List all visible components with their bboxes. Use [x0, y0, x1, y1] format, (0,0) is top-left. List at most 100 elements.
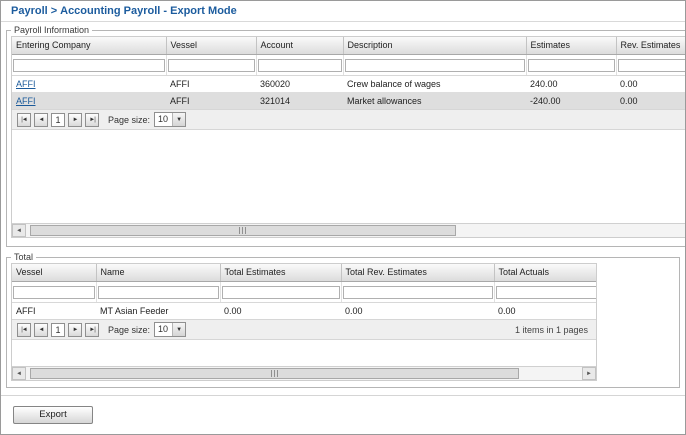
page-number-button[interactable]: 1 [51, 323, 65, 337]
first-page-button[interactable]: |◄ [17, 113, 31, 127]
breadcrumb-current: Accounting Payroll - Export Mode [60, 5, 237, 17]
export-button[interactable]: Export [13, 406, 93, 424]
page-size-dropdown[interactable]: 10 ▼ [154, 112, 186, 127]
next-page-button[interactable]: ► [68, 323, 82, 337]
page-number-button[interactable]: 1 [51, 113, 65, 127]
next-page-button[interactable]: ► [68, 113, 82, 127]
table-cell: 360020 [256, 75, 343, 92]
page-size-value: 10 [155, 323, 172, 336]
table-cell: MT Asian Feeder [96, 302, 220, 319]
table-cell: 0.00 [494, 302, 596, 319]
table-cell: 321014 [256, 92, 343, 109]
table-cell: Crew balance of wages [343, 75, 526, 92]
filter-name-input[interactable] [98, 286, 219, 299]
page-size-value: 10 [155, 113, 172, 126]
table-cell: 0.00 [220, 302, 341, 319]
filter-total-actuals-input[interactable] [496, 286, 597, 299]
table-cell: 0.00 [616, 75, 686, 92]
last-page-button[interactable]: ►| [85, 113, 99, 127]
table-cell: 0.00 [341, 302, 494, 319]
filter-cell [616, 54, 686, 75]
filter-vessel-input[interactable] [13, 286, 95, 299]
filter-rev-estimates-input[interactable] [618, 59, 686, 72]
filter-cell [220, 281, 341, 302]
payroll-filter-row [12, 54, 686, 75]
column-header-total-estimates: Total Estimates [220, 264, 341, 281]
column-header-total-rev-estimates: Total Rev. Estimates [341, 264, 494, 281]
chevron-down-icon: ▼ [172, 113, 185, 126]
filter-account-input[interactable] [258, 59, 342, 72]
table-cell: AFFI [12, 92, 166, 109]
total-header-row: Vessel Name Total Estimates Total Rev. E… [12, 264, 596, 281]
table-cell: AFFI [166, 92, 256, 109]
filter-entering-company-input[interactable] [13, 59, 165, 72]
scrollbar-thumb[interactable] [30, 368, 519, 379]
table-cell: AFFI [12, 75, 166, 92]
payroll-grid: Entering Company Vessel Account Descript… [11, 36, 686, 238]
filter-estimates-input[interactable] [528, 59, 615, 72]
entering-company-link[interactable]: AFFI [16, 79, 36, 89]
column-header-vessel: Vessel [12, 264, 96, 281]
table-cell: AFFI [12, 302, 96, 319]
filter-cell [12, 281, 96, 302]
filter-cell [341, 281, 494, 302]
filter-total-estimates-input[interactable] [222, 286, 340, 299]
table-row[interactable]: AFFI AFFI 321014 Market allowances -240.… [12, 92, 686, 109]
scrollbar-track[interactable] [26, 224, 686, 237]
page-size-label: Page size: [108, 115, 150, 125]
filter-cell [96, 281, 220, 302]
empty-grid-area [12, 340, 596, 366]
scroll-thumb-gripper [271, 370, 278, 377]
table-cell: Market allowances [343, 92, 526, 109]
scrollbar-track[interactable] [26, 367, 582, 380]
total-grid: Vessel Name Total Estimates Total Rev. E… [11, 263, 597, 381]
prev-page-button[interactable]: ◄ [34, 113, 48, 127]
payroll-table: Entering Company Vessel Account Descript… [12, 37, 686, 109]
last-page-button[interactable]: ►| [85, 323, 99, 337]
empty-grid-area [12, 130, 686, 223]
scroll-right-icon[interactable]: ► [582, 367, 596, 380]
payroll-information-section: Payroll Information Entering Company Ves… [6, 25, 686, 247]
scroll-left-icon[interactable]: ◄ [12, 224, 26, 237]
table-cell: 240.00 [526, 75, 616, 92]
column-header-name: Name [96, 264, 220, 281]
table-cell: -240.00 [526, 92, 616, 109]
first-page-button[interactable]: |◄ [17, 323, 31, 337]
filter-total-rev-estimates-input[interactable] [343, 286, 493, 299]
filter-cell [166, 54, 256, 75]
items-count-label: 1 items in 1 pages [515, 325, 591, 335]
filter-description-input[interactable] [345, 59, 525, 72]
app-page: Payroll>Accounting Payroll - Export Mode… [0, 0, 686, 435]
page-size-label: Page size: [108, 325, 150, 335]
scroll-left-icon[interactable]: ◄ [12, 367, 26, 380]
column-header-vessel: Vessel [166, 37, 256, 54]
payroll-information-legend: Payroll Information [11, 25, 92, 35]
payroll-pager: |◄ ◄ 1 ► ►| Page size: 10 ▼ [12, 109, 686, 130]
entering-company-link[interactable]: AFFI [16, 96, 36, 106]
filter-cell [12, 54, 166, 75]
table-row[interactable]: AFFI AFFI 360020 Crew balance of wages 2… [12, 75, 686, 92]
table-row[interactable]: AFFI MT Asian Feeder 0.00 0.00 0.00 [12, 302, 596, 319]
total-table: Vessel Name Total Estimates Total Rev. E… [12, 264, 596, 319]
breadcrumb-separator: > [48, 5, 60, 17]
payroll-header-row: Entering Company Vessel Account Descript… [12, 37, 686, 54]
scroll-thumb-gripper [239, 227, 246, 234]
column-header-entering-company: Entering Company [12, 37, 166, 54]
filter-cell [494, 281, 596, 302]
filter-vessel-input[interactable] [168, 59, 255, 72]
prev-page-button[interactable]: ◄ [34, 323, 48, 337]
total-horizontal-scrollbar[interactable]: ◄ ► [12, 366, 596, 380]
filter-cell [343, 54, 526, 75]
total-section: Total Vessel Name Total Estimates Total … [6, 252, 680, 388]
breadcrumb: Payroll>Accounting Payroll - Export Mode [1, 1, 685, 22]
column-header-total-actuals: Total Actuals [494, 264, 596, 281]
total-filter-row [12, 281, 596, 302]
page-size-dropdown[interactable]: 10 ▼ [154, 322, 186, 337]
breadcrumb-link-payroll[interactable]: Payroll [11, 5, 48, 17]
total-legend: Total [11, 252, 36, 262]
chevron-down-icon: ▼ [172, 323, 185, 336]
total-pager: |◄ ◄ 1 ► ►| Page size: 10 ▼ 1 items in 1… [12, 319, 596, 340]
scrollbar-thumb[interactable] [30, 225, 456, 236]
payroll-horizontal-scrollbar[interactable]: ◄ ► [12, 223, 686, 237]
table-cell: AFFI [166, 75, 256, 92]
